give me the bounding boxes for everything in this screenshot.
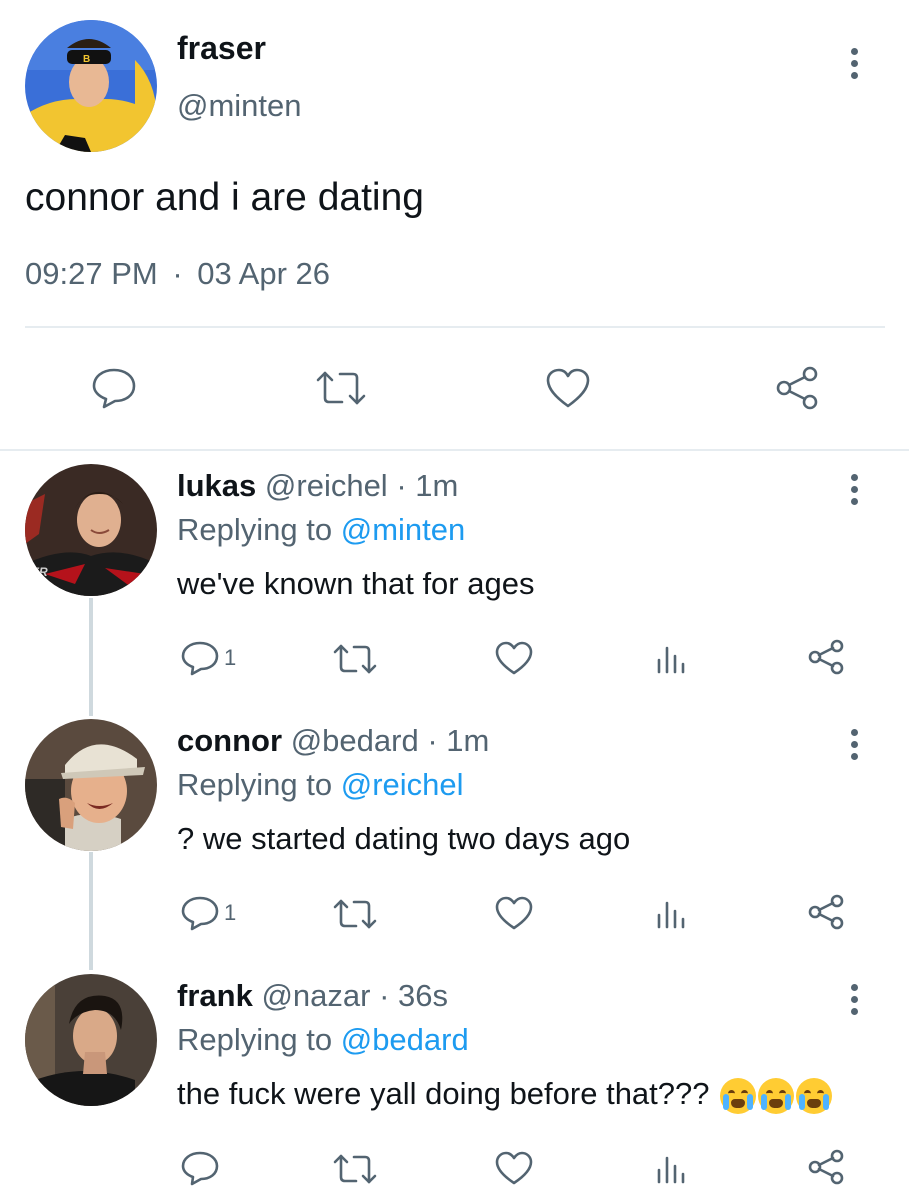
share-icon bbox=[808, 894, 844, 930]
replying-to-mention[interactable]: @reichel bbox=[341, 767, 464, 802]
thread-line bbox=[89, 598, 93, 716]
tweet-timestamp: 09:27 PM · 03 Apr 26 bbox=[25, 256, 330, 292]
heart-icon bbox=[495, 896, 533, 930]
retweet-icon bbox=[316, 371, 366, 405]
reply-author-handle[interactable]: @bedard bbox=[291, 723, 419, 758]
replying-to: Replying to @bedard bbox=[177, 1022, 469, 1058]
loudly-crying-face-icon bbox=[720, 1077, 757, 1114]
loudly-crying-face-icon bbox=[758, 1077, 795, 1114]
retweet-button[interactable] bbox=[314, 368, 368, 408]
reply-button[interactable]: 1 bbox=[180, 640, 236, 676]
reply-header: lukas @reichel · 1m bbox=[177, 468, 458, 504]
author-name[interactable]: fraser bbox=[177, 30, 266, 67]
reply-time: 1m bbox=[415, 468, 459, 503]
thread-line bbox=[89, 852, 93, 970]
reply-icon bbox=[92, 368, 136, 409]
reply-author-name[interactable]: connor bbox=[177, 723, 282, 758]
tweet-time: 09:27 PM bbox=[25, 256, 158, 291]
reply-text-content: the fuck were yall doing before that??? bbox=[177, 1076, 710, 1111]
more-options-icon[interactable] bbox=[851, 984, 859, 1020]
reply-text: the fuck were yall doing before that??? bbox=[177, 1076, 833, 1114]
reply-icon bbox=[181, 1151, 219, 1186]
replying-to-prefix: Replying to bbox=[177, 512, 333, 547]
retweet-button[interactable] bbox=[332, 897, 378, 931]
reply-text: we've known that for ages bbox=[177, 566, 535, 601]
more-options-icon[interactable] bbox=[851, 474, 859, 510]
reply-avatar[interactable] bbox=[25, 974, 157, 1106]
share-button[interactable] bbox=[806, 893, 846, 931]
author-handle[interactable]: @minten bbox=[177, 88, 302, 124]
meta-separator: · bbox=[379, 978, 390, 1013]
analytics-icon bbox=[657, 901, 685, 929]
replying-to: Replying to @minten bbox=[177, 512, 465, 548]
loudly-crying-face-icon bbox=[796, 1077, 833, 1114]
share-icon bbox=[808, 639, 844, 675]
reply-button[interactable] bbox=[180, 1150, 220, 1186]
more-options-icon[interactable] bbox=[851, 48, 859, 84]
replying-to-mention[interactable]: @bedard bbox=[341, 1022, 469, 1057]
reply-author-name[interactable]: lukas bbox=[177, 468, 256, 503]
analytics-icon bbox=[657, 646, 685, 674]
reply-header: connor @bedard · 1m bbox=[177, 723, 489, 759]
svg-text:ER: ER bbox=[31, 565, 48, 579]
heart-icon bbox=[495, 1151, 533, 1185]
share-button[interactable] bbox=[772, 364, 822, 412]
analytics-icon bbox=[657, 1156, 685, 1184]
heart-icon bbox=[546, 368, 590, 408]
heart-icon bbox=[495, 641, 533, 675]
like-button[interactable] bbox=[544, 366, 592, 410]
replying-to-prefix: Replying to bbox=[177, 767, 333, 802]
reply-avatar[interactable]: ER bbox=[25, 464, 157, 596]
retweet-button[interactable] bbox=[332, 1152, 378, 1186]
divider bbox=[25, 326, 885, 328]
share-button[interactable] bbox=[806, 638, 846, 676]
tweet-date: 03 Apr 26 bbox=[197, 256, 330, 291]
reply-icon bbox=[181, 641, 219, 676]
like-button[interactable] bbox=[494, 1150, 534, 1186]
retweet-icon bbox=[333, 1154, 377, 1184]
replying-to: Replying to @reichel bbox=[177, 767, 464, 803]
share-icon bbox=[808, 1149, 844, 1185]
reply-button[interactable] bbox=[90, 366, 138, 410]
views-button[interactable] bbox=[654, 897, 688, 931]
reply-count: 1 bbox=[224, 645, 237, 670]
share-button[interactable] bbox=[806, 1148, 846, 1186]
main-avatar[interactable]: B bbox=[25, 20, 157, 152]
reply-button[interactable]: 1 bbox=[180, 895, 236, 931]
reply-avatar[interactable] bbox=[25, 719, 157, 851]
reply-author-name[interactable]: frank bbox=[177, 978, 253, 1013]
reply-author-handle[interactable]: @reichel bbox=[265, 468, 388, 503]
like-button[interactable] bbox=[494, 640, 534, 676]
reply-time: 36s bbox=[398, 978, 449, 1013]
retweet-button[interactable] bbox=[332, 642, 378, 676]
meta-separator: · bbox=[427, 723, 438, 758]
section-divider bbox=[0, 449, 909, 451]
more-options-icon[interactable] bbox=[851, 729, 859, 765]
meta-separator: · bbox=[172, 256, 183, 291]
reply-time: 1m bbox=[446, 723, 490, 758]
reply-text: ? we started dating two days ago bbox=[177, 821, 631, 856]
share-icon bbox=[776, 366, 818, 410]
views-button[interactable] bbox=[654, 642, 688, 676]
views-button[interactable] bbox=[654, 1152, 688, 1186]
reply-icon bbox=[181, 896, 219, 931]
reply-count: 1 bbox=[224, 900, 237, 925]
reply-author-handle[interactable]: @nazar bbox=[261, 978, 370, 1013]
retweet-icon bbox=[333, 644, 377, 674]
replying-to-mention[interactable]: @minten bbox=[341, 512, 466, 547]
replying-to-prefix: Replying to bbox=[177, 1022, 333, 1057]
meta-separator: · bbox=[396, 468, 407, 503]
like-button[interactable] bbox=[494, 895, 534, 931]
tweet-text: connor and i are dating bbox=[25, 176, 424, 219]
retweet-icon bbox=[333, 899, 377, 929]
svg-text:B: B bbox=[83, 54, 90, 65]
reply-header: frank @nazar · 36s bbox=[177, 978, 448, 1014]
